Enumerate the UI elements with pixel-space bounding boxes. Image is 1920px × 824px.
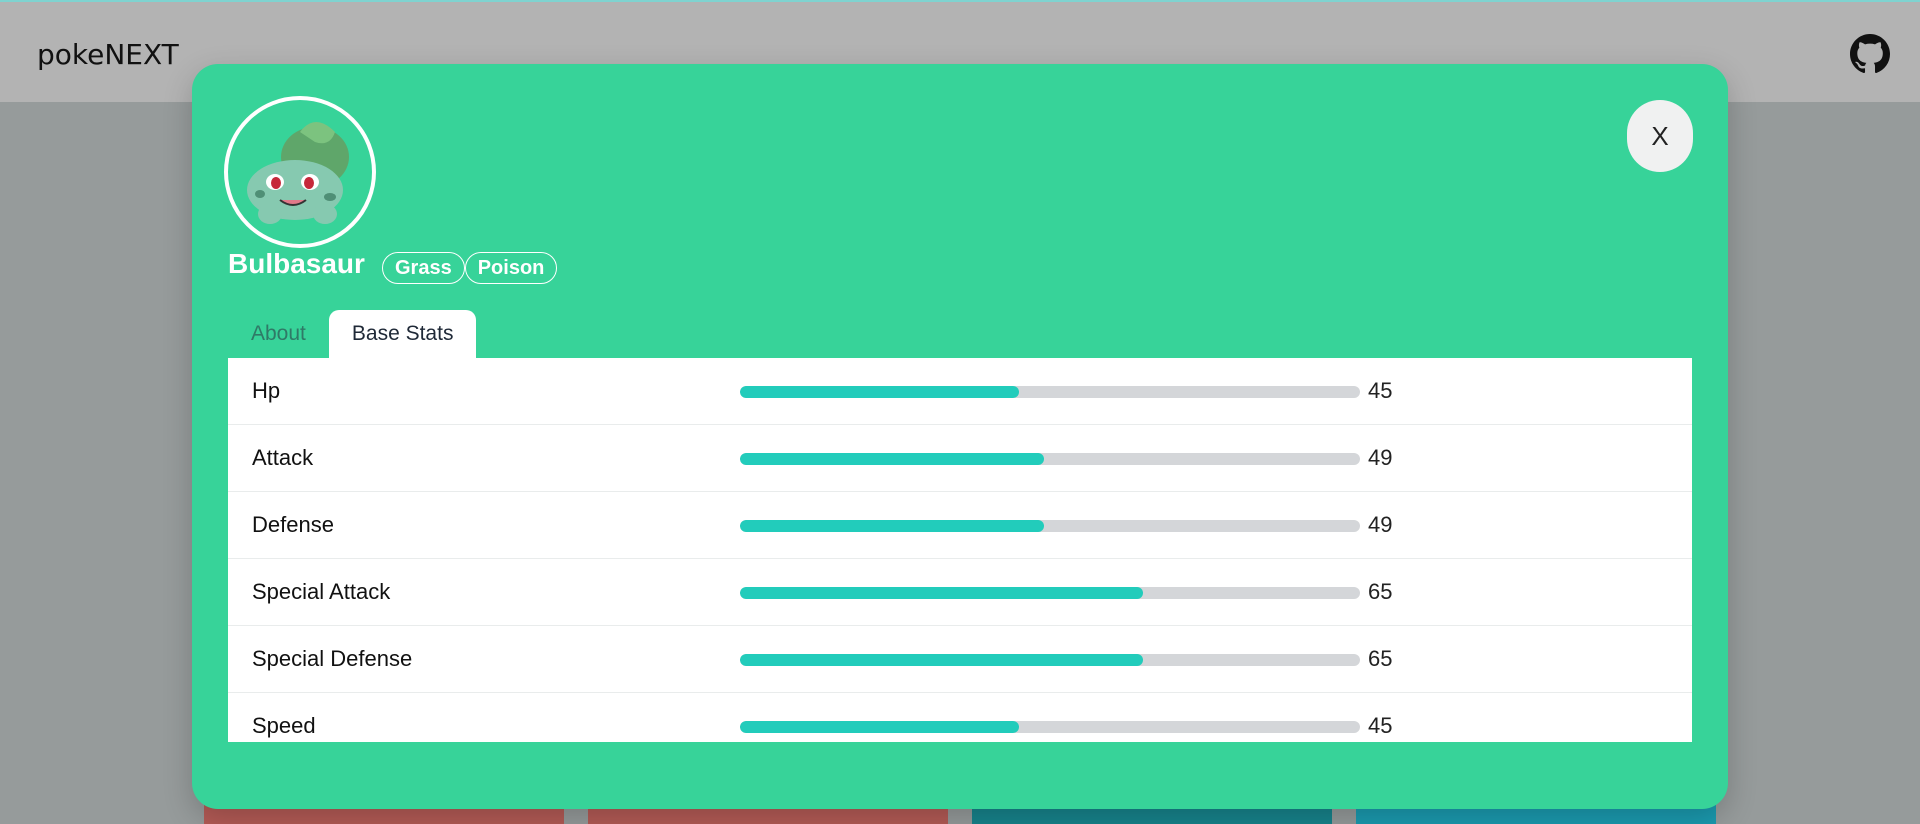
stat-label: Hp <box>252 378 281 403</box>
stat-label: Special Defense <box>252 646 413 671</box>
stat-bar-fill <box>740 520 1044 532</box>
tab-base-stats[interactable]: Base Stats <box>328 310 477 358</box>
stat-bar <box>740 587 1360 599</box>
type-badge-grass: Grass <box>382 252 465 284</box>
brand-logo[interactable]: pokeNEXT <box>37 38 179 71</box>
stat-bar-fill <box>740 587 1143 599</box>
stat-value: 65 <box>1368 579 1393 604</box>
stat-value: 45 <box>1368 713 1393 738</box>
stat-row-special-attack: Special Attack 65 <box>228 559 1692 626</box>
tab-bar: About Base Stats <box>228 310 477 358</box>
stat-row-defense: Defense 49 <box>228 492 1692 559</box>
stat-label: Special Attack <box>252 579 391 604</box>
stat-label: Speed <box>252 713 316 738</box>
pokemon-modal: X Bulbasaur Grass Poison About Base Stat… <box>192 64 1728 809</box>
stat-label: Defense <box>252 512 334 537</box>
type-badge-poison: Poison <box>464 252 558 284</box>
stat-row-hp: Hp 45 <box>228 358 1692 425</box>
stat-bar-fill <box>740 721 1019 733</box>
stat-value: 45 <box>1368 378 1393 403</box>
stat-value: 65 <box>1368 646 1393 671</box>
stat-bar-fill <box>740 453 1044 465</box>
pokemon-name: Bulbasaur <box>228 248 365 279</box>
tab-about[interactable]: About <box>228 310 329 358</box>
pokemon-avatar <box>224 96 376 248</box>
stat-row-speed: Speed 45 <box>228 693 1692 742</box>
bulbasaur-image <box>247 122 349 224</box>
stat-label: Attack <box>252 445 314 470</box>
stat-row-attack: Attack 49 <box>228 425 1692 492</box>
stat-bar <box>740 654 1360 666</box>
stat-bar <box>740 721 1360 733</box>
close-button[interactable]: X <box>1627 100 1693 172</box>
stat-value: 49 <box>1368 445 1393 470</box>
stat-bar-fill <box>740 386 1019 398</box>
stat-row-special-defense: Special Defense 65 <box>228 626 1692 693</box>
github-icon[interactable] <box>1850 34 1890 74</box>
type-badges: Grass Poison <box>382 252 558 284</box>
base-stats-panel[interactable]: Hp 45 Attack 49 Defense 49 Special Attac… <box>228 358 1692 742</box>
stat-bar-fill <box>740 654 1143 666</box>
stat-bar <box>740 386 1360 398</box>
stat-value: 49 <box>1368 512 1393 537</box>
stat-bar <box>740 453 1360 465</box>
stat-bar <box>740 520 1360 532</box>
